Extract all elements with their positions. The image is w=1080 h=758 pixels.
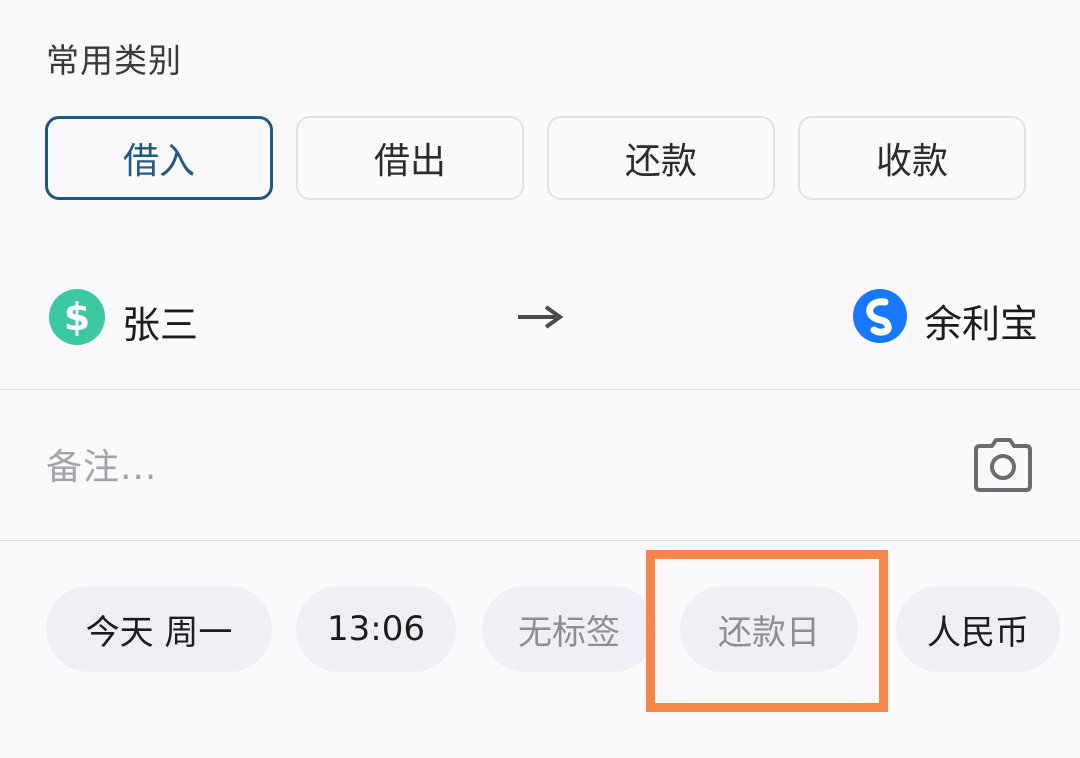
common-categories-title: 常用类别 — [46, 41, 182, 80]
transfer-row: $ 张三 余利宝 — [48, 288, 1038, 350]
category-row: 借入 借出 还款 收款 — [45, 116, 1026, 200]
camera-icon[interactable] — [974, 438, 1032, 496]
currency-chip[interactable]: 人民币 — [896, 586, 1060, 672]
svg-text:$: $ — [64, 295, 90, 339]
to-account-name: 余利宝 — [923, 302, 1038, 346]
yulibao-icon — [852, 288, 908, 353]
divider — [0, 389, 1080, 390]
dollar-circle-icon: $ — [48, 288, 106, 355]
category-repay-button[interactable]: 还款 — [547, 116, 775, 200]
date-chip[interactable]: 今天 周一 — [46, 586, 272, 672]
from-account[interactable]: $ 张三 — [48, 288, 198, 355]
right-arrow-icon — [516, 300, 564, 338]
category-borrow-in-button[interactable]: 借入 — [45, 116, 273, 200]
from-account-name: 张三 — [122, 303, 199, 347]
category-lend-out-button[interactable]: 借出 — [296, 116, 524, 200]
category-collect-button[interactable]: 收款 — [798, 116, 1026, 200]
options-row: 今天 周一 13:06 无标签 还款日 人民币 — [0, 586, 1080, 672]
time-chip[interactable]: 13:06 — [296, 586, 456, 672]
note-input[interactable]: 备注... — [46, 438, 157, 490]
tag-chip[interactable]: 无标签 — [482, 586, 656, 672]
divider — [0, 540, 1080, 541]
repay-day-chip[interactable]: 还款日 — [680, 586, 858, 672]
to-account[interactable]: 余利宝 — [852, 288, 1038, 353]
